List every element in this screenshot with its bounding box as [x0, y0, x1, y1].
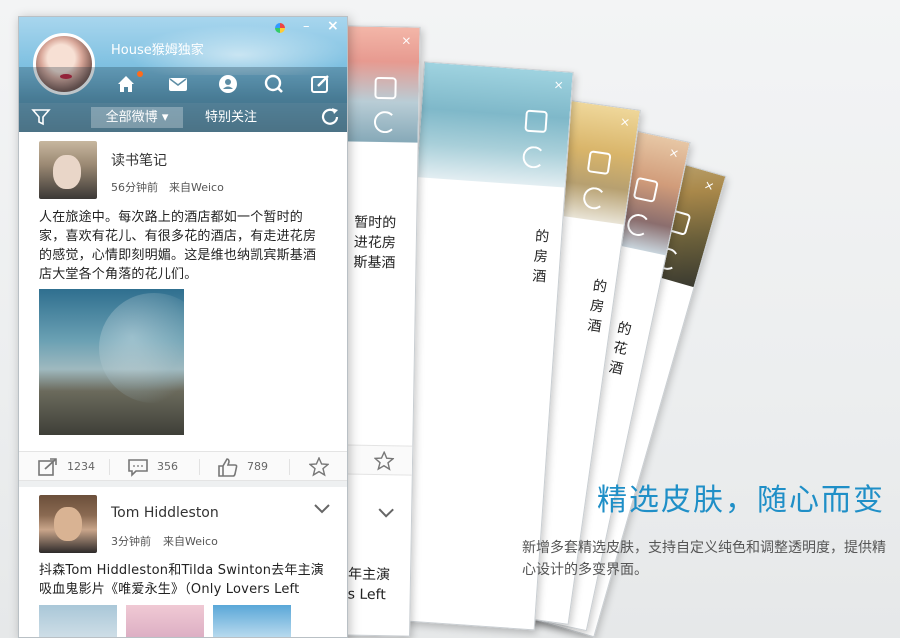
post-image[interactable]: [39, 605, 117, 637]
chevron-down-icon[interactable]: [377, 507, 395, 519]
post-source: 来自Weico: [163, 535, 218, 548]
skin-card-2-text: 的 房 酒: [531, 228, 550, 286]
comment-icon: [128, 459, 148, 477]
refresh-icon[interactable]: [373, 110, 397, 134]
notification-dot: [137, 71, 143, 77]
repost-count: 1234: [67, 460, 95, 473]
post-divider: [19, 481, 347, 487]
divider: [289, 459, 290, 475]
close-icon[interactable]: ×: [702, 177, 716, 193]
compose-icon[interactable]: [586, 150, 612, 176]
comment-button[interactable]: 356: [127, 457, 207, 477]
skin-card-1-text: 暂时的 进花房 斯基酒: [353, 214, 397, 272]
close-icon[interactable]: ×: [553, 77, 564, 92]
like-button[interactable]: 789: [217, 457, 297, 477]
skin-card-4-text: 的 花 酒: [607, 320, 633, 378]
post-body: 抖森Tom Hiddleston和Tilda Swinton去年主演 吸血鬼影片…: [39, 563, 324, 597]
promo-subtitle: 新增多套精选皮肤，支持自定义纯色和调整透明度，提供精心设计的多变界面。: [522, 540, 886, 578]
minimize-button[interactable]: –: [303, 19, 310, 34]
tab-bar: 全部微博 ▾ 特别关注: [19, 103, 347, 132]
mail-icon[interactable]: [167, 73, 189, 95]
refresh-icon[interactable]: [625, 211, 652, 239]
search-icon[interactable]: [263, 73, 285, 95]
skin-card-1-bottom-text: 年主演 s Left: [347, 566, 391, 604]
post-time: 56分钟前: [111, 181, 158, 194]
divider: [109, 459, 110, 475]
compose-icon[interactable]: [309, 73, 331, 95]
thumbs-up-icon: [218, 458, 238, 477]
window-header: House猴姆独家 – × 全部微博 ▾ 特别关注: [19, 17, 347, 132]
close-icon[interactable]: ×: [668, 145, 681, 161]
comment-count: 356: [157, 460, 178, 473]
skin-card-3-text: 的 房 酒: [586, 278, 608, 336]
main-window: House猴姆独家 – × 全部微博 ▾ 特别关注 读书笔记 56分钟前 来自W…: [18, 16, 348, 638]
nav-bar: [19, 67, 347, 103]
tab-all-weibo[interactable]: 全部微博 ▾: [91, 107, 183, 128]
close-icon[interactable]: ×: [619, 114, 631, 129]
compose-icon[interactable]: [632, 176, 659, 203]
close-icon[interactable]: ×: [401, 33, 411, 47]
post-image[interactable]: [213, 605, 291, 637]
promo-headline: 精选皮肤，随心而变: [597, 483, 885, 518]
divider: [199, 459, 200, 475]
profile-icon[interactable]: [217, 73, 239, 95]
post-author[interactable]: Tom Hiddleston: [111, 505, 219, 521]
post-image[interactable]: [39, 289, 184, 435]
username[interactable]: House猴姆独家: [111, 39, 204, 58]
share-icon: [38, 458, 57, 476]
post-source: 来自Weico: [169, 181, 224, 194]
refresh-icon[interactable]: [581, 185, 607, 211]
home-icon[interactable]: [115, 73, 137, 95]
post-avatar[interactable]: [39, 141, 97, 199]
close-button[interactable]: ×: [327, 18, 339, 34]
post-action-bar: 1234 356 789: [19, 451, 347, 481]
refresh-icon[interactable]: [319, 106, 341, 128]
filter-icon[interactable]: [31, 107, 51, 127]
post-body: 人在旅途中。每次路上的酒店都如一个暂时的 家，喜欢有花儿、有很多花的酒店，有走进…: [39, 210, 317, 282]
post-image[interactable]: [126, 605, 204, 637]
star-icon[interactable]: [373, 450, 395, 471]
refresh-icon[interactable]: [521, 145, 546, 169]
star-icon: [309, 457, 329, 477]
compose-icon[interactable]: [524, 109, 548, 134]
post-time: 3分钟前: [111, 535, 151, 548]
tab-special-follow[interactable]: 特别关注: [205, 107, 257, 128]
tab-all-label: 全部微博: [105, 110, 158, 125]
skin-icon[interactable]: [275, 23, 285, 33]
chevron-down-icon[interactable]: [313, 503, 331, 515]
skin-card-2-header: ×: [416, 62, 573, 188]
post-author[interactable]: 读书笔记: [111, 150, 167, 170]
compose-icon[interactable]: [374, 76, 397, 100]
favorite-button[interactable]: [309, 457, 331, 477]
repost-button[interactable]: 1234: [37, 457, 117, 477]
like-count: 789: [247, 460, 268, 473]
chevron-down-icon: ▾: [161, 110, 169, 125]
post-avatar[interactable]: [39, 495, 97, 553]
